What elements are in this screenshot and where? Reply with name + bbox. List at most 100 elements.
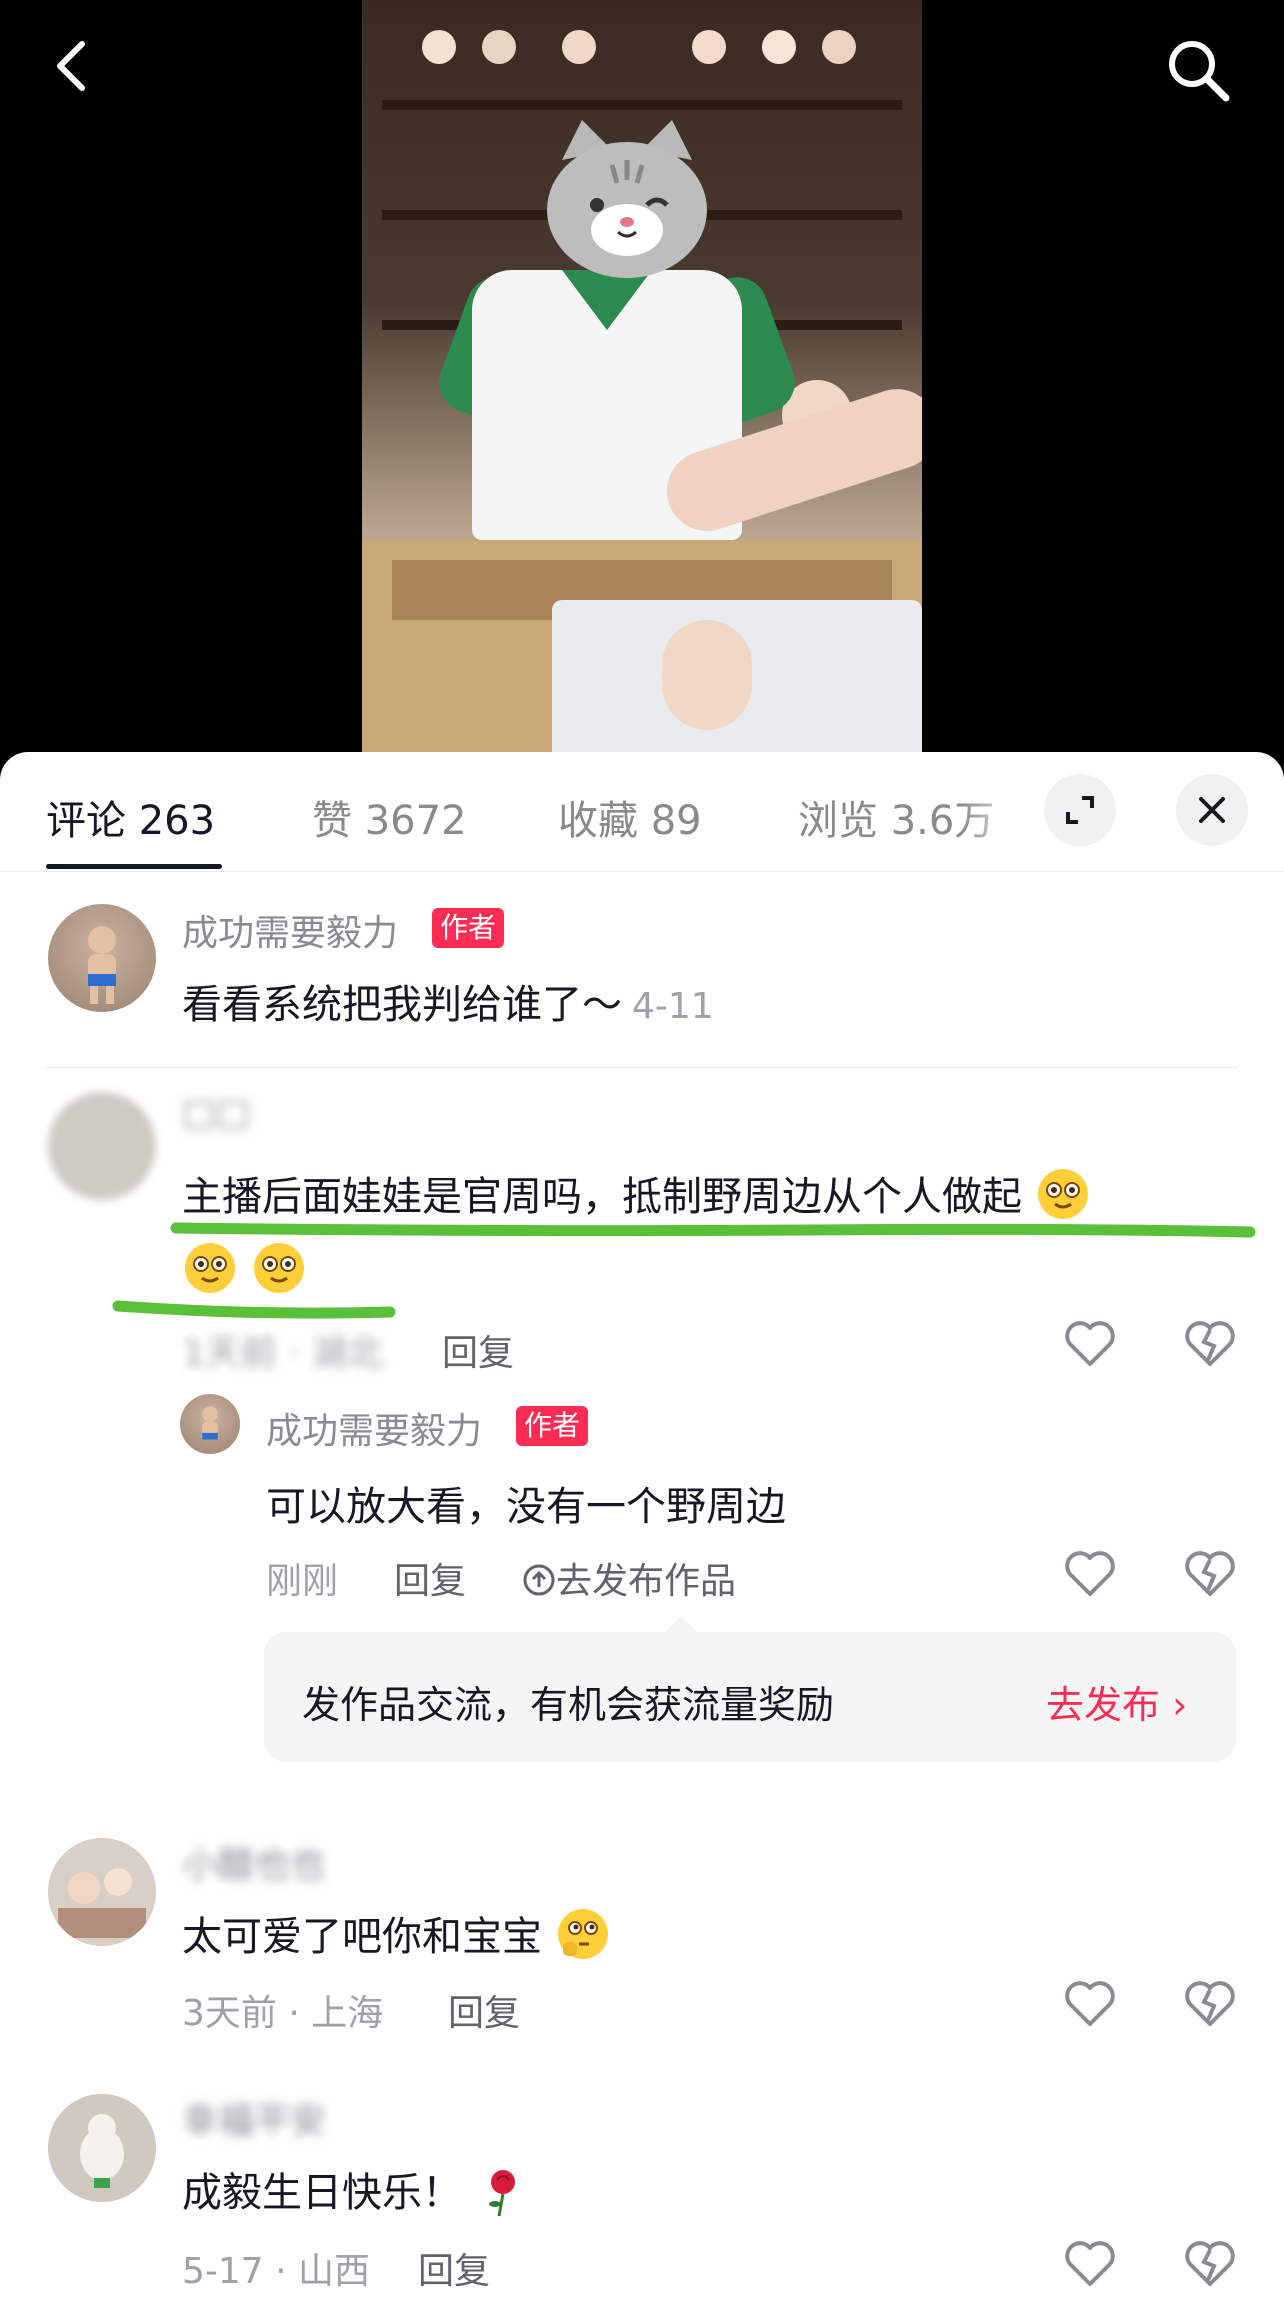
author-badge: 作者	[516, 1406, 589, 1446]
comment-text: 太可爱了吧你和宝宝	[182, 1904, 611, 1962]
poster	[552, 600, 922, 760]
tab-fade	[960, 772, 1030, 852]
cat-sticker-icon	[547, 120, 707, 278]
tab-label: 评论	[46, 798, 126, 844]
plush-toy	[692, 30, 726, 64]
tab-likes[interactable]: 赞 3672	[312, 788, 467, 846]
comment-meta: 3天前 · 上海	[182, 1993, 384, 2034]
plush-toy	[562, 30, 596, 64]
dislike-button[interactable]	[1180, 1314, 1240, 1374]
avatar[interactable]	[48, 904, 156, 1012]
upload-circle-icon	[523, 1564, 555, 1596]
comment-body: 主播后面娃娃是官周吗，抵制野周边从个人做起	[182, 1174, 1022, 1220]
active-tab-indicator	[46, 864, 222, 869]
comment-username[interactable]: 小醋也也	[182, 1836, 326, 1888]
comment-text: 主播后面娃娃是官周吗，抵制野周边从个人做起	[182, 1164, 1091, 1222]
search-icon	[1169, 41, 1230, 102]
avatar[interactable]	[48, 2094, 156, 2202]
tab-label: 浏览	[798, 798, 878, 844]
close-button[interactable]	[1176, 774, 1248, 846]
comment-username[interactable]: 幸福平安	[182, 2092, 326, 2144]
comment-date: 4-11	[632, 986, 714, 1027]
smile-emoji-icon	[1037, 1169, 1088, 1219]
publish-work-label: 去发布作品	[556, 1561, 737, 1602]
back-button[interactable]	[44, 36, 104, 96]
promo-caret	[665, 1616, 697, 1632]
avatar[interactable]	[48, 1092, 156, 1200]
plush-toy	[422, 30, 456, 64]
tab-count: 89	[650, 798, 702, 844]
expand-icon	[1066, 796, 1094, 824]
promo-publish-link[interactable]: 去发布 ›	[1046, 1674, 1187, 1729]
avatar[interactable]	[48, 1838, 156, 1946]
like-button[interactable]	[1060, 1974, 1120, 2034]
divider	[46, 1067, 1238, 1068]
comment-tabs: 评论 263 赞 3672 收藏 89 浏览 3.6万	[0, 752, 1284, 872]
broken-heart-icon	[1185, 1551, 1235, 1596]
reply-button[interactable]: 回复	[394, 1552, 466, 1604]
author-badge: 作者	[432, 908, 505, 948]
promo-text: 发作品交流，有机会获流量奖励	[302, 1683, 835, 1727]
close-icon	[1199, 797, 1225, 823]
reply-text: 可以放大看，没有一个野周边	[266, 1484, 786, 1530]
publish-promo-banner[interactable]: 发作品交流，有机会获流量奖励 去发布 ›	[264, 1632, 1236, 1762]
toddler-photo-icon	[202, 1406, 218, 1440]
broken-heart-icon	[1185, 2241, 1235, 2286]
tab-count: 263	[138, 798, 216, 844]
dislike-button[interactable]	[1180, 2234, 1240, 2294]
reply-meta: 刚刚	[266, 1561, 339, 1602]
tab-label: 赞	[312, 798, 352, 844]
toddler-photo-icon	[88, 926, 116, 1004]
comment-username[interactable]: □□	[182, 1092, 250, 1133]
publish-work-button[interactable]: 去发布作品	[522, 1552, 736, 1604]
comment-emoji-line	[182, 1240, 307, 1296]
comment-body: 太可爱了吧你和宝宝	[182, 1914, 542, 1960]
photo-avatar-icon	[48, 1838, 156, 1946]
tab-label: 收藏	[558, 798, 638, 844]
poster-portrait	[662, 620, 752, 730]
chevron-right-icon: ›	[1172, 1683, 1188, 1727]
search-button[interactable]	[1164, 36, 1234, 106]
promo-link-label: 去发布	[1046, 1683, 1161, 1727]
dislike-button[interactable]	[1180, 1544, 1240, 1604]
broken-heart-icon	[1185, 1321, 1235, 1366]
comment-body: 成毅生日快乐！	[182, 2170, 462, 2216]
smile-emoji-icon	[185, 1243, 235, 1293]
video-player[interactable]	[0, 0, 1284, 770]
avatar[interactable]	[180, 1394, 240, 1454]
heart-icon	[1065, 1981, 1115, 2026]
comment-text: 看看系统把我判给谁了～ 4-11	[182, 972, 714, 1030]
comment-body: 看看系统把我判给谁了～	[182, 982, 622, 1028]
reply-button[interactable]: 回复	[442, 1324, 514, 1376]
comment-meta: 5-17 · 山西	[182, 2251, 371, 2292]
thinking-emoji-icon	[557, 1909, 608, 1959]
video-frame[interactable]	[362, 0, 922, 760]
plush-toy	[822, 30, 856, 64]
expand-button[interactable]	[1044, 774, 1116, 846]
chevron-left-icon	[57, 41, 85, 91]
comment-username[interactable]: 成功需要毅力	[182, 904, 398, 956]
shelf	[382, 100, 902, 110]
reply-button[interactable]: 回复	[448, 1984, 520, 2036]
like-button[interactable]	[1060, 1314, 1120, 1374]
dislike-button[interactable]	[1180, 1974, 1240, 2034]
plush-toy	[762, 30, 796, 64]
tab-favorites[interactable]: 收藏 89	[558, 788, 702, 846]
heart-icon	[1065, 1321, 1115, 1366]
broken-heart-icon	[1185, 1981, 1235, 2026]
tab-count: 3672	[364, 798, 467, 844]
smile-emoji-icon	[253, 1243, 304, 1293]
reply-button[interactable]: 回复	[418, 2242, 490, 2294]
heart-icon	[1065, 1551, 1115, 1596]
like-button[interactable]	[1060, 1544, 1120, 1604]
heart-icon	[1065, 2241, 1115, 2286]
reply-username[interactable]: 成功需要毅力	[266, 1402, 482, 1454]
comment-text: 成毅生日快乐！	[182, 2160, 531, 2218]
comment-meta: 1天前 · 湖北	[182, 1333, 384, 1374]
pet-avatar-icon	[48, 2094, 156, 2202]
tab-comments[interactable]: 评论 263	[46, 788, 215, 846]
like-button[interactable]	[1060, 2234, 1120, 2294]
rose-emoji-icon	[488, 2170, 515, 2217]
comment-panel: 评论 263 赞 3672 收藏 89 浏览 3.6万 成功需要毅力 作者 看看…	[0, 752, 1284, 2323]
plush-toy	[482, 30, 516, 64]
